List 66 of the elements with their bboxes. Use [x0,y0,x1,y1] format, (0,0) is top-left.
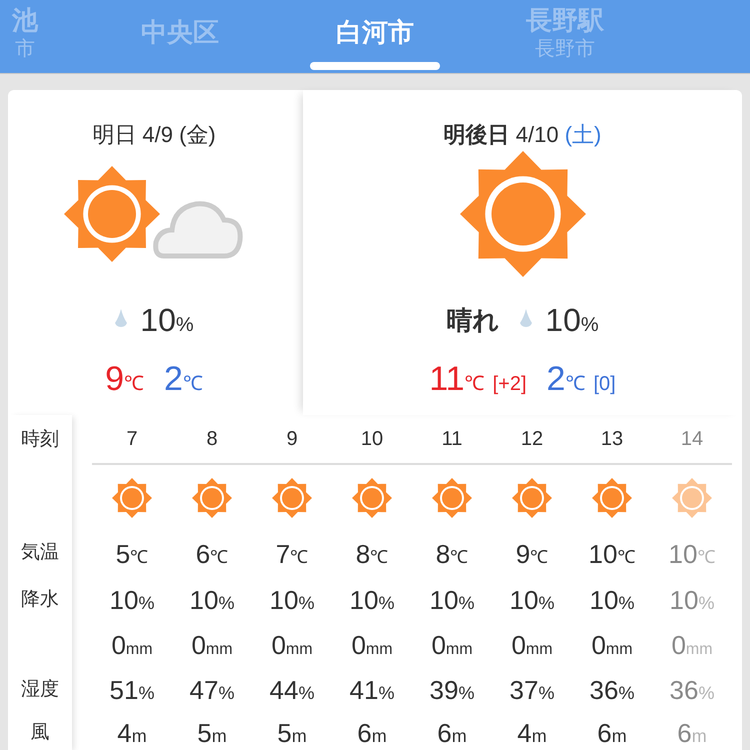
hourly-precip-chance: 10% [270,587,314,613]
hourly-precip-chance: 10% [590,587,634,613]
hourly-temp: 8℃ [436,540,468,566]
day-title: 明後日 4/10 (土) [444,121,602,149]
high-temp: 11℃ [+2] [429,362,527,396]
hourly-precip-chance: 10% [190,587,234,613]
hourly-humidity: 41% [350,677,394,703]
hourly-wind-speed: 4m [117,720,147,746]
hourly-humidity: 37% [510,677,554,703]
hour-label: 14 [680,427,704,452]
hour-label: 7 [126,427,138,452]
row-label: 風 [30,720,50,745]
hourly-wind-speed: 5m [197,720,227,746]
hourly-temp: 10℃ [588,540,636,566]
hourly-wind-speed: 6m [597,720,627,746]
hourly-rainfall: 0mm [271,632,313,658]
hourly-wind-speed: 6m [677,720,707,746]
hourly-rainfall: 0mm [351,632,393,658]
hourly-rainfall: 0mm [431,632,473,658]
weather-condition: 晴れ [446,304,500,336]
precip-chance: 10% [545,304,599,336]
hourly-humidity: 36% [670,677,714,703]
hourly-precip-chance: 10% [110,587,154,613]
hourly-temp: 5℃ [116,540,148,566]
hour-label: 13 [600,427,624,452]
hourly-rainfall: 0mm [111,632,153,658]
hourly-rainfall: 0mm [191,632,233,658]
hourly-rainfall: 0mm [671,632,713,658]
hourly-temp: 7℃ [276,540,308,566]
hourly-humidity: 51% [110,677,154,703]
hourly-humidity: 44% [270,677,314,703]
hourly-humidity: 36% [590,677,634,703]
location-tab[interactable]: 池 市 [12,4,38,62]
hourly-wind-speed: 6m [437,720,467,746]
day-title: 明日 4/9 (金) [92,121,216,149]
hourly-wind-speed: 4m [517,720,547,746]
hour-label: 8 [206,427,218,452]
precip-chance: 10% [140,304,194,336]
row-label: 気温 [21,541,59,566]
row-label: 湿度 [21,678,59,702]
hourly-temp: 6℃ [196,540,228,566]
low-temp: 2℃ [0] [546,362,616,396]
hour-label: 10 [360,427,384,452]
hourly-precip-chance: 10% [430,587,474,613]
low-temp: 2℃ [164,362,203,396]
hourly-precip-chance: 10% [670,587,714,613]
hour-label: 11 [442,427,462,452]
hourly-temp: 9℃ [516,540,548,566]
hourly-precip-chance: 10% [350,587,394,613]
hourly-rainfall: 0mm [591,632,633,658]
hourly-temp: 10℃ [668,540,716,566]
location-tab[interactable]: 長野駅 長野市 [526,4,604,62]
location-tab[interactable]: 中央区 [141,4,219,48]
hourly-rainfall: 0mm [511,632,553,658]
row-label: 時刻 [21,428,59,452]
high-temp: 9℃ [105,362,144,396]
hourly-humidity: 47% [190,677,234,703]
hourly-wind-speed: 6m [357,720,387,746]
hourly-wind-speed: 5m [277,720,307,746]
hourly-humidity: 39% [430,677,474,703]
hourly-temp: 8℃ [356,540,388,566]
hour-label: 9 [286,427,298,452]
location-tab[interactable]: 白河市 [336,4,414,48]
hour-label: 12 [520,427,544,452]
hourly-precip-chance: 10% [510,587,554,613]
row-label: 降水 [21,588,59,612]
